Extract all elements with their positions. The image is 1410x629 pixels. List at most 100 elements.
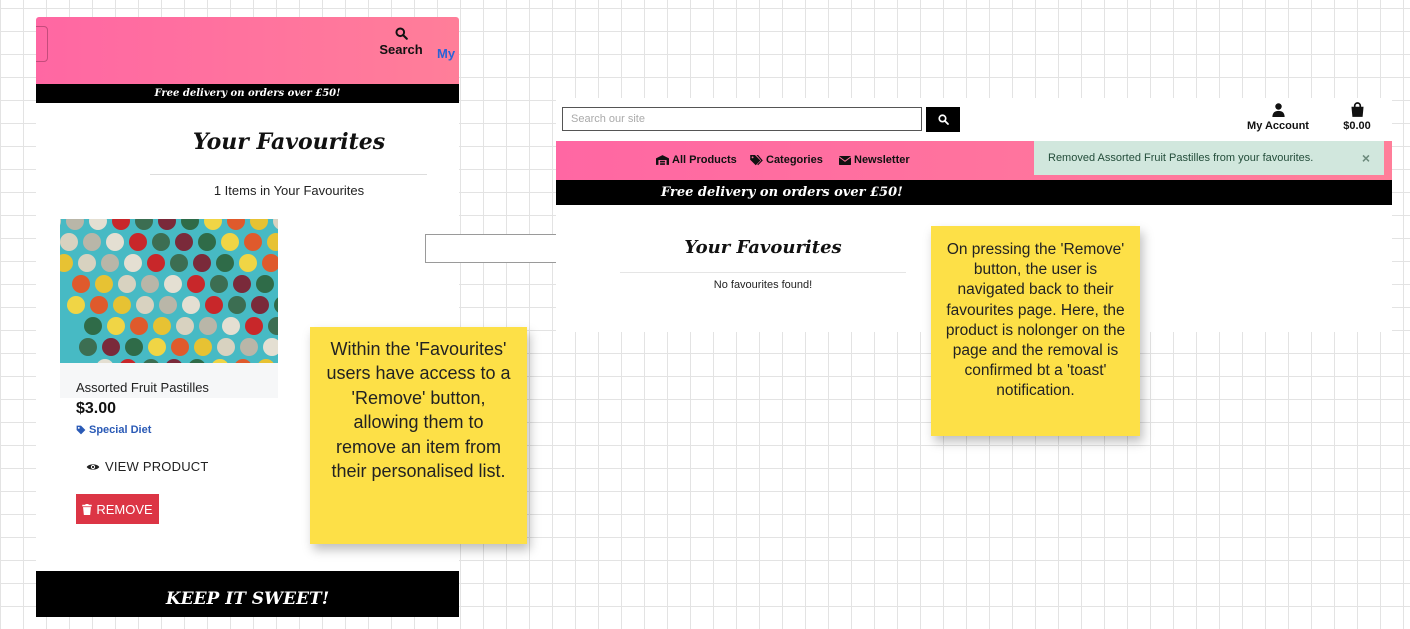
- trash-icon: [82, 503, 93, 515]
- pastille: [251, 296, 269, 314]
- delivery-banner: Free delivery on orders over £50!: [36, 84, 459, 103]
- pastille: [175, 233, 193, 251]
- search-submit-button[interactable]: [926, 107, 960, 132]
- pastille: [217, 338, 235, 356]
- bag-total: $0.00: [1343, 120, 1371, 132]
- pastille: [90, 296, 108, 314]
- page-title: Your Favourites: [192, 129, 386, 155]
- title-divider: [150, 174, 427, 175]
- product-price: $3.00: [76, 400, 117, 417]
- nav-all-products-label: All Products: [672, 154, 737, 166]
- pastille: [95, 275, 113, 293]
- nav-newsletter-label: Newsletter: [854, 154, 910, 166]
- toast-message: Removed Assorted Fruit Pastilles from yo…: [1048, 152, 1314, 164]
- pastille: [204, 219, 222, 230]
- pastille: [136, 296, 154, 314]
- pastille: [239, 254, 257, 272]
- pastille: [148, 338, 166, 356]
- my-account-link[interactable]: My Account: [1238, 103, 1318, 132]
- pastille: [60, 254, 73, 272]
- title-divider: [620, 272, 906, 273]
- my-account-label: My Account: [1247, 120, 1309, 132]
- category-tag-link[interactable]: Special Diet: [76, 424, 151, 436]
- menu-toggler-button[interactable]: [36, 26, 48, 62]
- pastille: [125, 338, 143, 356]
- pastille: [113, 296, 131, 314]
- product-name: Assorted Fruit Pastilles: [76, 380, 209, 395]
- pastille: [164, 275, 182, 293]
- pastille: [194, 338, 212, 356]
- delivery-banner: Free delivery on orders over £50!: [556, 180, 1392, 205]
- search-icon: [937, 114, 949, 125]
- pastille: [79, 338, 97, 356]
- pastille: [89, 219, 107, 230]
- shopping-bag-link[interactable]: $0.00: [1332, 102, 1382, 132]
- my-account-link[interactable]: My: [437, 46, 455, 61]
- pastille: [263, 338, 278, 356]
- pastille: [106, 233, 124, 251]
- success-toast: Removed Assorted Fruit Pastilles from yo…: [1034, 141, 1384, 175]
- toast-close-button[interactable]: ×: [1362, 150, 1370, 166]
- site-search-input[interactable]: [562, 107, 922, 131]
- remove-label: REMOVE: [96, 501, 153, 517]
- pastille: [187, 275, 205, 293]
- mobile-search-button[interactable]: Search: [372, 27, 430, 57]
- envelope-icon: [839, 155, 851, 165]
- footer-slogan: KEEP IT SWEET!: [36, 571, 459, 617]
- pastille: [227, 219, 245, 230]
- pastille: [222, 317, 240, 335]
- pastille: [273, 219, 278, 230]
- pastille: [221, 233, 239, 251]
- eye-icon: [86, 463, 100, 470]
- pastille: [250, 219, 268, 230]
- favourites-count: 1 Items in Your Favourites: [213, 183, 365, 198]
- view-product-button[interactable]: VIEW PRODUCT: [86, 459, 209, 474]
- pastille: [102, 338, 120, 356]
- sticky-note-toast: On pressing the 'Remove' button, the use…: [931, 226, 1140, 436]
- pastille: [159, 296, 177, 314]
- pastille: [83, 233, 101, 251]
- pastille: [152, 233, 170, 251]
- view-product-label: VIEW PRODUCT: [105, 459, 209, 474]
- shopping-bag-icon: [1350, 102, 1364, 117]
- pastille: [135, 219, 153, 230]
- pastille: [124, 254, 142, 272]
- pastille: [268, 317, 278, 335]
- pastille: [210, 275, 228, 293]
- pastille: [60, 219, 61, 226]
- pastille: [147, 254, 165, 272]
- nav-categories-label: Categories: [766, 154, 823, 166]
- pastille: [118, 275, 136, 293]
- product-image[interactable]: [60, 219, 278, 363]
- pastille: [107, 317, 125, 335]
- remove-button[interactable]: REMOVE: [76, 494, 159, 524]
- nav-newsletter[interactable]: Newsletter: [839, 154, 910, 166]
- pastille: [101, 254, 119, 272]
- pastille: [193, 254, 211, 272]
- tag-icon: [76, 425, 86, 435]
- pastille: [78, 254, 96, 272]
- pastille: [171, 338, 189, 356]
- pastille: [112, 219, 130, 230]
- page-title: Your Favourites: [684, 237, 842, 258]
- empty-favourites-message: No favourites found!: [713, 279, 813, 291]
- pastille: [256, 275, 274, 293]
- pastille: [170, 254, 188, 272]
- pastille: [245, 317, 263, 335]
- pastille: [129, 233, 147, 251]
- nav-all-products[interactable]: All Products: [656, 154, 737, 166]
- nav-categories[interactable]: Categories: [750, 154, 823, 166]
- warehouse-icon: [656, 155, 669, 165]
- pastille: [84, 317, 102, 335]
- sticky-note-remove-button: Within the 'Favourites' users have acces…: [310, 327, 527, 544]
- pastille: [244, 233, 262, 251]
- pastille: [60, 233, 78, 251]
- pastille: [182, 296, 200, 314]
- pastille: [228, 296, 246, 314]
- mobile-header: Search My: [36, 17, 459, 84]
- pastille: [240, 338, 258, 356]
- pastille: [205, 296, 223, 314]
- pastille: [67, 296, 85, 314]
- user-icon: [1271, 103, 1285, 117]
- tags-icon: [750, 154, 763, 165]
